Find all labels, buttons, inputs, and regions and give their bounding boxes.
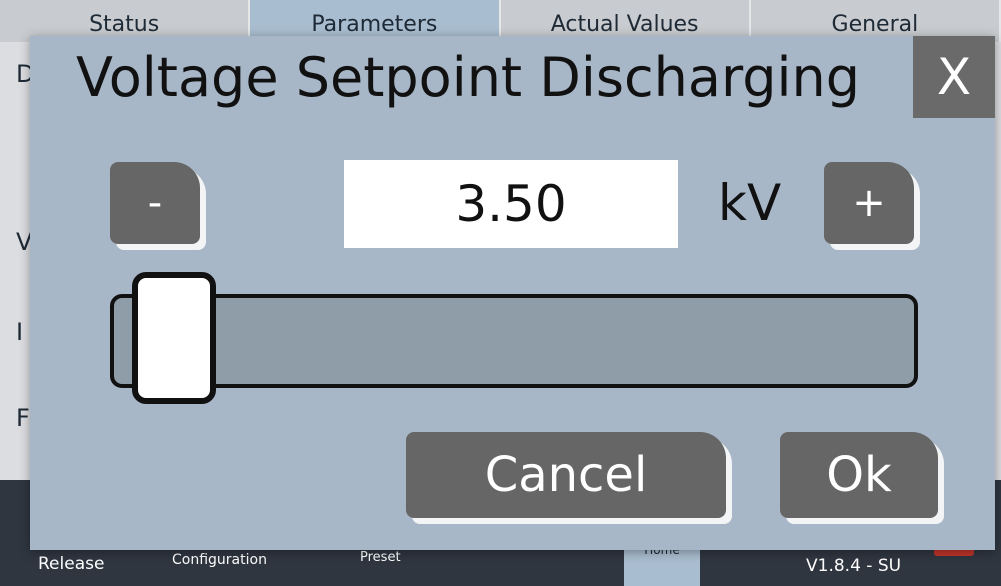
footer-preset[interactable]: Preset — [360, 550, 401, 565]
increment-button[interactable]: + — [824, 162, 914, 244]
value-field[interactable]: 3.50 — [344, 160, 678, 248]
unit-label: kV — [718, 174, 782, 232]
voltage-slider-track[interactable] — [110, 294, 918, 388]
ok-button[interactable]: Ok — [780, 432, 938, 518]
screen: Status Parameters Actual Values General … — [0, 0, 1001, 586]
cancel-button[interactable]: Cancel — [406, 432, 726, 518]
background-row-label: I — [16, 318, 24, 346]
background-row-label: F — [16, 404, 30, 432]
footer-configuration[interactable]: Configuration — [172, 552, 267, 568]
footer-version: V1.8.4 - SU — [806, 556, 902, 576]
footer-release[interactable]: Release — [38, 554, 104, 574]
voltage-setpoint-dialog: Voltage Setpoint Discharging X - 3.50 kV… — [30, 36, 995, 550]
decrement-button[interactable]: - — [110, 162, 200, 244]
dialog-title: Voltage Setpoint Discharging — [76, 46, 861, 109]
voltage-slider-thumb[interactable] — [132, 272, 216, 404]
close-button[interactable]: X — [913, 36, 995, 118]
